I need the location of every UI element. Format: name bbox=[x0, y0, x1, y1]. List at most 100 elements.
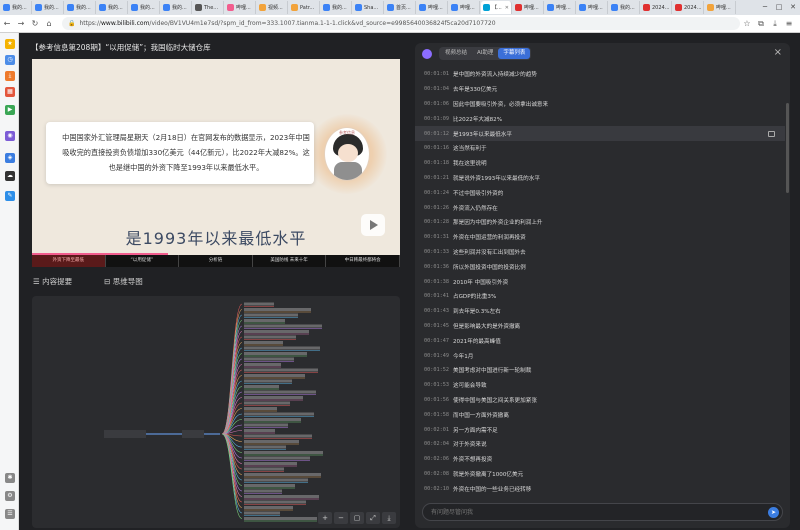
send-icon[interactable]: ➤ bbox=[768, 507, 779, 518]
close-window-icon[interactable]: ✕ bbox=[786, 0, 800, 15]
subtitle-row[interactable]: 00:01:04 去年是330亿美元 bbox=[415, 82, 785, 97]
subtitle-row[interactable]: 00:02:06 外资不想再投资 bbox=[415, 452, 785, 467]
home-icon[interactable]: ⌂ bbox=[42, 19, 56, 28]
browser-tab[interactable]: 2024... bbox=[641, 1, 672, 14]
scrollbar[interactable] bbox=[786, 103, 789, 193]
subtitle-row[interactable]: 00:01:47 2021年的最高峰值 bbox=[415, 333, 785, 348]
browser-tab[interactable]: Patr... bbox=[289, 1, 320, 14]
subtitle-row[interactable]: 00:01:09 比2022年大减82% bbox=[415, 111, 785, 126]
browser-tab[interactable]: 2024... bbox=[673, 1, 704, 14]
bilibili-icon[interactable]: ▶ bbox=[5, 105, 15, 115]
chapter-segment[interactable]: 中日韩最终都将会 bbox=[326, 255, 400, 267]
browser-tab[interactable]: 哔哩... bbox=[705, 1, 736, 14]
mindmap-panel[interactable]: + − ▢ ⤢ ⤓ bbox=[32, 296, 400, 528]
zoom-out-icon[interactable]: − bbox=[334, 512, 348, 524]
question-input[interactable] bbox=[431, 507, 751, 518]
history-icon[interactable]: ◷ bbox=[5, 55, 15, 65]
download-icon[interactable]: ⤓ bbox=[382, 512, 396, 524]
calendar-icon[interactable]: ▦ bbox=[5, 87, 15, 97]
download-icon[interactable]: ⤓ bbox=[768, 19, 782, 29]
assistant-tab[interactable]: 视频总结 bbox=[440, 48, 472, 59]
fit-icon[interactable]: ▢ bbox=[350, 512, 364, 524]
browser-tab[interactable]: 哔哩... bbox=[545, 1, 576, 14]
subtitle-row[interactable]: 00:01:06 因此中国要吸引外资，必须拿出诚意来 bbox=[415, 97, 785, 112]
browser-tab[interactable]: 我的... bbox=[33, 1, 64, 14]
subtitle-row[interactable]: 00:01:49 今年1月 bbox=[415, 348, 785, 363]
zoom-in-icon[interactable]: + bbox=[318, 512, 332, 524]
subtitle-row[interactable]: 00:02:04 对于外资来说 bbox=[415, 437, 785, 452]
ai-icon[interactable]: ◈ bbox=[5, 153, 15, 163]
subtitle-row[interactable]: 00:01:53 这可能会导致 bbox=[415, 378, 785, 393]
subtitle-row[interactable]: 00:01:12 是1993年以来最低水平 bbox=[415, 126, 785, 141]
subtitle-row[interactable]: 00:01:38 2010年 中国吸引外资 bbox=[415, 274, 785, 289]
back-icon[interactable]: ← bbox=[0, 19, 14, 28]
subtitle-row[interactable]: 00:02:01 另一方面内需不足 bbox=[415, 422, 785, 437]
copy-icon[interactable] bbox=[768, 130, 775, 137]
fullscreen-icon[interactable]: ⤢ bbox=[366, 512, 380, 524]
subtitle-row[interactable]: 00:01:28 那是因为中国的外资企业的利润上升 bbox=[415, 215, 785, 230]
extension-icon[interactable]: ✱ bbox=[5, 473, 15, 483]
subtitle-row[interactable]: 00:01:21 就是说外资1993年以来最低的水平 bbox=[415, 171, 785, 186]
subtitle-row[interactable]: 00:01:45 但是影响最大的是外资撤离 bbox=[415, 319, 785, 334]
subtitle-list[interactable]: 00:01:01 是中国的外资流入持续减少的趋势 00:01:04 去年是330亿美元… bbox=[415, 67, 785, 497]
browser-tab[interactable]: 首页... bbox=[385, 1, 416, 14]
browser-tab[interactable]: 哔哩... bbox=[225, 1, 256, 14]
browser-tab[interactable]: 我的... bbox=[129, 1, 160, 14]
subtitle-row[interactable]: 00:01:41 占GDP的比重3% bbox=[415, 289, 785, 304]
assistant-tab[interactable]: AI助理 bbox=[472, 48, 498, 59]
browser-tab[interactable]: 我的... bbox=[609, 1, 640, 14]
browser-tab[interactable]: 【... ✕ bbox=[481, 1, 512, 14]
reload-icon[interactable]: ↻ bbox=[28, 19, 42, 28]
browser-tab[interactable]: 我的... bbox=[97, 1, 128, 14]
minimize-icon[interactable]: ─ bbox=[758, 0, 772, 15]
star-bookmark-icon[interactable]: ☆ bbox=[740, 19, 754, 29]
assistant-tab[interactable]: 字幕列表 bbox=[498, 48, 531, 59]
maximize-icon[interactable]: □ bbox=[772, 0, 786, 15]
browser-tab[interactable]: 哔哩... bbox=[417, 1, 448, 14]
note-icon[interactable]: ✎ bbox=[5, 191, 15, 201]
subtitle-row[interactable]: 00:02:10 外资在中国的一些业务已经转移 bbox=[415, 481, 785, 496]
browser-tab[interactable]: The... bbox=[193, 1, 224, 14]
chapter-segment[interactable]: 分析链 bbox=[179, 255, 253, 267]
subtitle-row[interactable]: 00:01:33 这些利润并没有汇出到国外去 bbox=[415, 245, 785, 260]
star-icon[interactable]: ★ bbox=[5, 39, 15, 49]
subtitle-row[interactable]: 00:01:01 是中国的外资流入持续减少的趋势 bbox=[415, 67, 785, 82]
subtitle-row[interactable]: 00:02:13而在其他国家地区 bbox=[415, 496, 785, 497]
cloud-icon[interactable]: ☁ bbox=[5, 171, 15, 181]
menu-icon[interactable]: ☰ bbox=[5, 509, 15, 519]
subtitle-row[interactable]: 00:01:26 外资流入仍然存在 bbox=[415, 200, 785, 215]
subtitle-row[interactable]: 00:01:58 而中国一方面外资撤离 bbox=[415, 407, 785, 422]
subtitle-row[interactable]: 00:01:16 这当然有利于 bbox=[415, 141, 785, 156]
tab-close-icon[interactable]: ✕ bbox=[505, 5, 509, 11]
chapter-segment[interactable]: “以用促储” bbox=[106, 255, 180, 267]
tab-mindmap[interactable]: ⊟ 思维导图 bbox=[104, 276, 159, 287]
subtitle-row[interactable]: 00:01:36 所以外国投资中国的投资比例 bbox=[415, 259, 785, 274]
download-icon[interactable]: ⤓ bbox=[5, 71, 15, 81]
subtitle-row[interactable]: 00:01:52 美国考虑对中国进行新一轮制裁 bbox=[415, 363, 785, 378]
tab-outline[interactable]: ☰ 内容提要 bbox=[33, 276, 88, 287]
browser-tab[interactable]: Sha... bbox=[353, 1, 384, 14]
subtitle-row[interactable]: 00:01:31 外资在中国运营的利润再投资 bbox=[415, 230, 785, 245]
browser-tab[interactable]: 我的... bbox=[321, 1, 352, 14]
wechat-icon[interactable]: ◉ bbox=[5, 131, 15, 141]
extensions-icon[interactable]: ⧉ bbox=[754, 19, 768, 29]
subtitle-row[interactable]: 00:01:18 我在这里说明 bbox=[415, 156, 785, 171]
video-player[interactable]: 中国国家外汇管理局星期天（2月18日）在官网发布的数据显示，2023年中国吸收完… bbox=[32, 59, 400, 267]
browser-tab[interactable]: 哔哩... bbox=[513, 1, 544, 14]
chapter-segment[interactable]: 外资下降至最低 bbox=[32, 255, 106, 267]
close-icon[interactable]: × bbox=[774, 47, 782, 58]
settings-icon[interactable]: ⚙ bbox=[5, 491, 15, 501]
browser-tab[interactable]: 哔哩... bbox=[449, 1, 480, 14]
browser-tab[interactable]: 我的... bbox=[161, 1, 192, 14]
subtitle-row[interactable]: 00:01:43 到去年是0.3%左右 bbox=[415, 304, 785, 319]
menu-icon[interactable]: ≡ bbox=[782, 19, 796, 29]
browser-tab[interactable]: 视频... bbox=[257, 1, 288, 14]
browser-tab[interactable]: 哔哩... bbox=[577, 1, 608, 14]
browser-tab[interactable]: 我的... bbox=[1, 1, 32, 14]
subtitle-row[interactable]: 00:01:24 不过中国吸引外资的 bbox=[415, 185, 785, 200]
forward-icon[interactable]: → bbox=[14, 19, 28, 28]
browser-tab[interactable]: 我的... bbox=[65, 1, 96, 14]
chapter-segment[interactable]: 美国防线 未来十年 bbox=[253, 255, 327, 267]
url-field[interactable]: 🔒 https:// www.bilibili.com /video/BV1VU… bbox=[62, 17, 740, 30]
subtitle-row[interactable]: 00:02:08 就是外资撤离了1000亿美元 bbox=[415, 467, 785, 482]
